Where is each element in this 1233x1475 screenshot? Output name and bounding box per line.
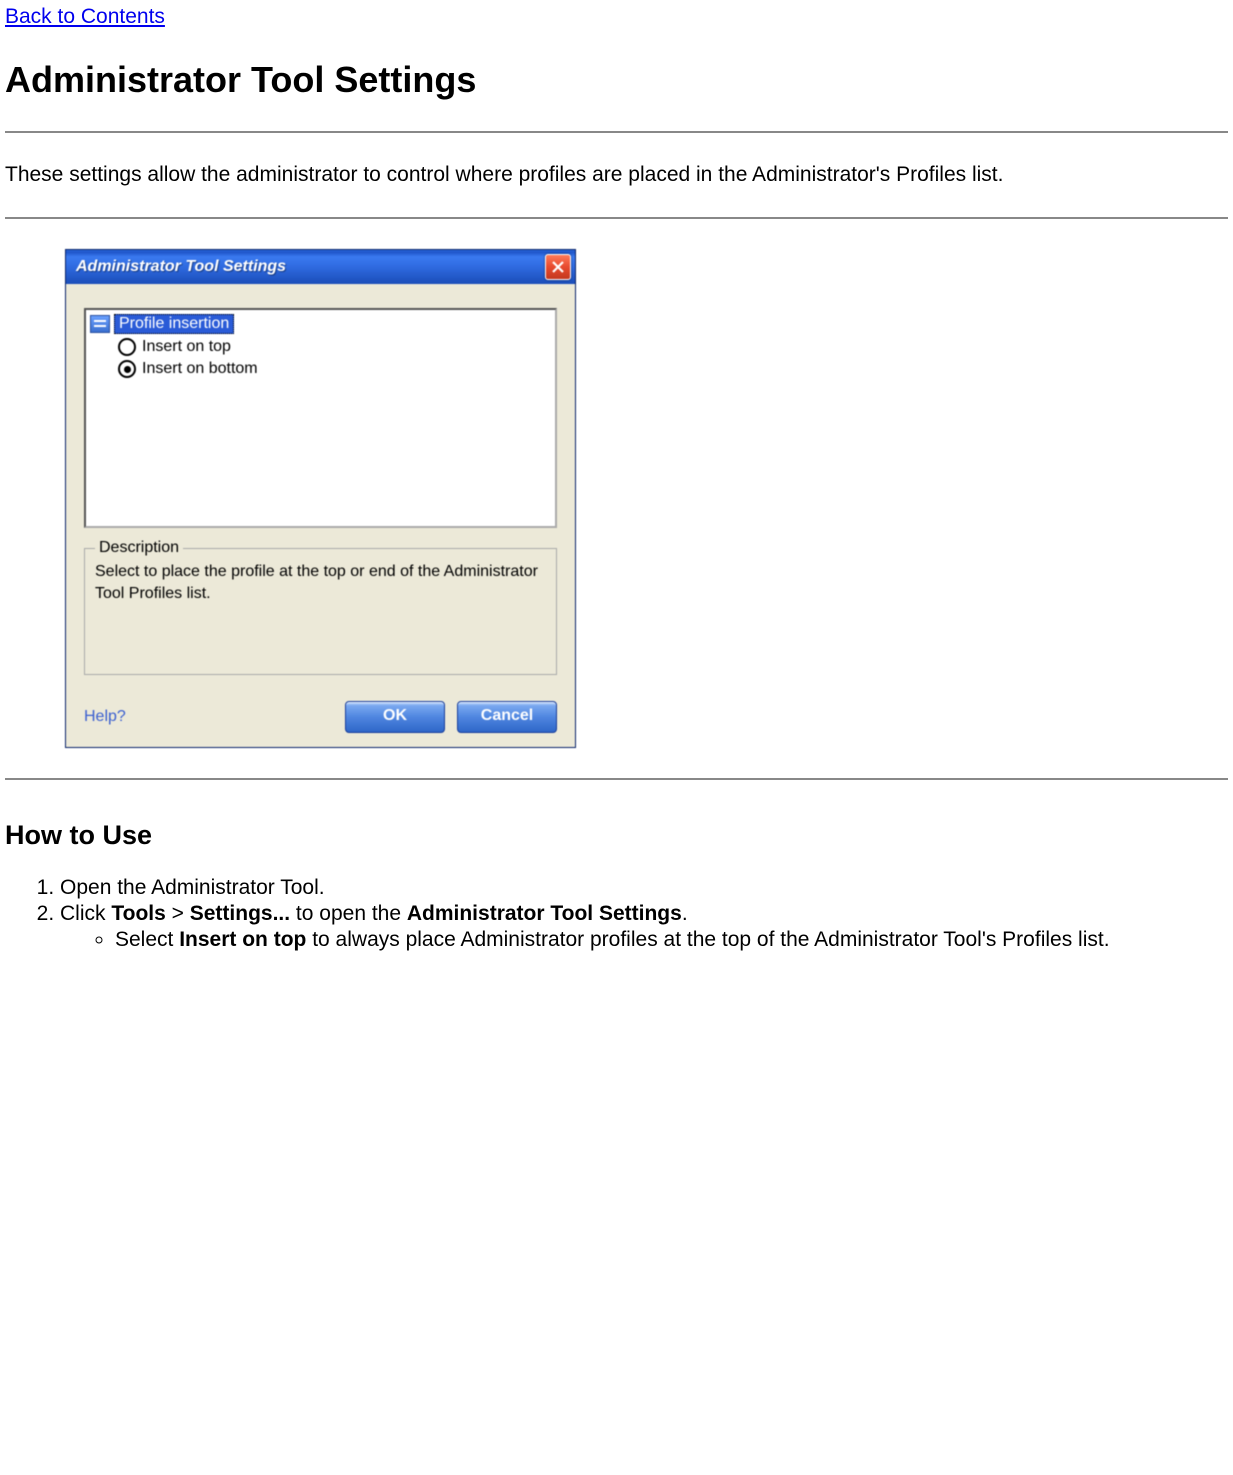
dialog-screenshot: Administrator Tool Settings Profile inse…	[65, 249, 1228, 748]
close-icon	[552, 261, 564, 273]
divider	[5, 131, 1228, 133]
tree-item-profile-insertion[interactable]: Profile insertion	[90, 314, 551, 334]
step-2-bold-ats: Administrator Tool Settings	[407, 902, 682, 925]
step-2-gt: >	[166, 902, 190, 925]
steps-list: Open the Administrator Tool. Click Tools…	[30, 876, 1228, 952]
sub-post: to always place Administrator profiles a…	[306, 928, 1109, 951]
divider	[5, 217, 1228, 219]
back-to-contents-link[interactable]: Back to Contents	[5, 5, 165, 28]
sub-bold: Insert on top	[179, 928, 306, 951]
radio-label: Insert on top	[142, 338, 231, 356]
settings-listbox[interactable]: Profile insertion Insert on top Insert o…	[84, 308, 557, 528]
description-groupbox: Description Select to place the profile …	[84, 548, 557, 675]
intro-text: These settings allow the administrator t…	[5, 163, 1228, 187]
description-text: Select to place the profile at the top o…	[95, 561, 546, 604]
tree-header-label: Profile insertion	[114, 314, 234, 334]
list-icon	[90, 315, 110, 333]
sub-pre: Select	[115, 928, 179, 951]
close-button[interactable]	[545, 254, 571, 280]
radio-insert-on-top[interactable]: Insert on top	[118, 338, 551, 356]
radio-icon	[118, 338, 136, 356]
radio-label: Insert on bottom	[142, 360, 258, 378]
step-2: Click Tools > Settings... to open the Ad…	[60, 902, 1228, 952]
help-link[interactable]: Help?	[84, 708, 333, 726]
dialog-button-row: Help? OK Cancel	[84, 701, 557, 733]
radio-icon	[118, 360, 136, 378]
sub-item: Select Insert on top to always place Adm…	[115, 928, 1228, 952]
cancel-button[interactable]: Cancel	[457, 701, 557, 733]
step-2-mid: to open the	[290, 902, 407, 925]
radio-insert-on-bottom[interactable]: Insert on bottom	[118, 360, 551, 378]
groupbox-legend: Description	[95, 539, 183, 557]
step-1: Open the Administrator Tool.	[60, 876, 1228, 900]
page-title: Administrator Tool Settings	[5, 59, 1228, 101]
divider	[5, 778, 1228, 780]
dialog-body: Profile insertion Insert on top Insert o…	[66, 284, 575, 747]
how-to-use-heading: How to Use	[5, 820, 1228, 851]
titlebar-text: Administrator Tool Settings	[76, 258, 545, 276]
step-2-bold-tools: Tools	[111, 902, 165, 925]
ok-button[interactable]: OK	[345, 701, 445, 733]
step-2-bold-settings: Settings...	[190, 902, 290, 925]
step-2-post: .	[682, 902, 688, 925]
dialog-window: Administrator Tool Settings Profile inse…	[65, 249, 576, 748]
titlebar: Administrator Tool Settings	[66, 250, 575, 284]
step-2-text: Click	[60, 902, 111, 925]
sub-list: Select Insert on top to always place Adm…	[85, 928, 1228, 952]
